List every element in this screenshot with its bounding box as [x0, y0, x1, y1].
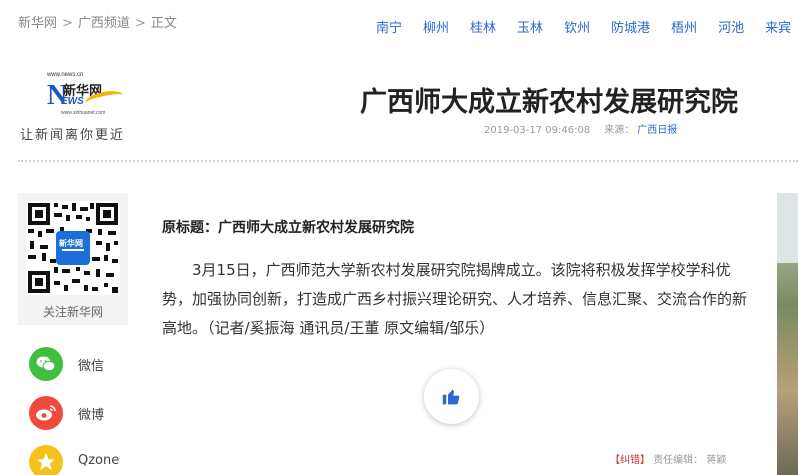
wechat-icon: [29, 347, 63, 381]
breadcrumb-channel[interactable]: 广西频道: [78, 16, 130, 31]
source-label: 来源：: [604, 125, 635, 136]
city-link-guilin[interactable]: 桂林: [470, 17, 496, 36]
city-link-qinzhou[interactable]: 钦州: [564, 17, 590, 36]
city-link-laibin[interactable]: 来宾: [765, 17, 791, 36]
city-link-yulin[interactable]: 玉林: [517, 17, 543, 36]
share-wechat-label: 微信: [78, 359, 105, 374]
qzone-star-icon: [29, 445, 63, 475]
qr-label: 关注新华网: [42, 305, 103, 319]
article-meta: 2019-03-17 09:46:08 来源： 广西日报: [484, 121, 677, 136]
logo-slogan: 让新闻离你更近: [20, 128, 126, 143]
original-title: 原标题：广西师大成立新农村发展研究院: [162, 220, 414, 236]
logo-url-text-2: www.xinhuanet.com: [61, 110, 106, 116]
city-nav: 南宁 柳州 桂林 玉林 钦州 防城港 梧州 河池 来宾: [376, 17, 798, 36]
side-photo-sky: [777, 193, 798, 263]
share-weibo-label: 微博: [78, 408, 105, 423]
city-link-nanning[interactable]: 南宁: [376, 17, 402, 36]
qr-badge-text: 新华网: [59, 239, 83, 248]
xinhua-logo[interactable]: www.news.cn N 新华网 EWS www.xinhuanet.com: [47, 72, 127, 120]
share-qzone-label: Qzone: [78, 453, 120, 468]
logo-ews: EWS: [61, 96, 84, 107]
city-link-fangchenggang[interactable]: 防城港: [611, 17, 650, 36]
city-link-wuzhou[interactable]: 梧州: [671, 17, 697, 36]
article-datetime: 2019-03-17 09:46:08: [484, 125, 591, 136]
footer-meta: 【纠错】 责任编辑： 蒋颖: [610, 451, 726, 466]
city-link-hechi[interactable]: 河池: [718, 17, 744, 36]
report-error-link[interactable]: 【纠错】: [610, 455, 650, 466]
share-weibo-button[interactable]: 微博: [29, 396, 149, 430]
like-button[interactable]: [424, 369, 479, 424]
qr-code: 新华网: [26, 201, 120, 295]
city-link-liuzhou[interactable]: 柳州: [423, 17, 449, 36]
share-qzone-button[interactable]: Qzone: [29, 445, 149, 475]
article-title: 广西师大成立新农村发展研究院: [360, 87, 738, 118]
breadcrumb-home[interactable]: 新华网: [18, 16, 57, 31]
logo-url-text: www.news.cn: [47, 72, 84, 78]
share-wechat-button[interactable]: 微信: [29, 347, 149, 381]
thumbs-up-icon: [442, 389, 460, 405]
header-divider: [18, 160, 798, 162]
editor-label: 责任编辑： 蒋颖: [653, 455, 727, 466]
breadcrumb-current: 正文: [150, 16, 177, 31]
weibo-icon: [29, 396, 63, 430]
breadcrumb: 新华网 > 广西频道 > 正文: [18, 12, 177, 31]
breadcrumb-separator: >: [134, 16, 146, 31]
qr-follow-box: 新华网 关注新华网: [18, 193, 128, 325]
article-body: 3月15日，广西师范大学新农村发展研究院揭牌成立。该院将积极发挥学校学科优势，加…: [162, 261, 748, 337]
breadcrumb-separator: >: [62, 16, 73, 31]
source-link[interactable]: 广西日报: [637, 125, 677, 136]
